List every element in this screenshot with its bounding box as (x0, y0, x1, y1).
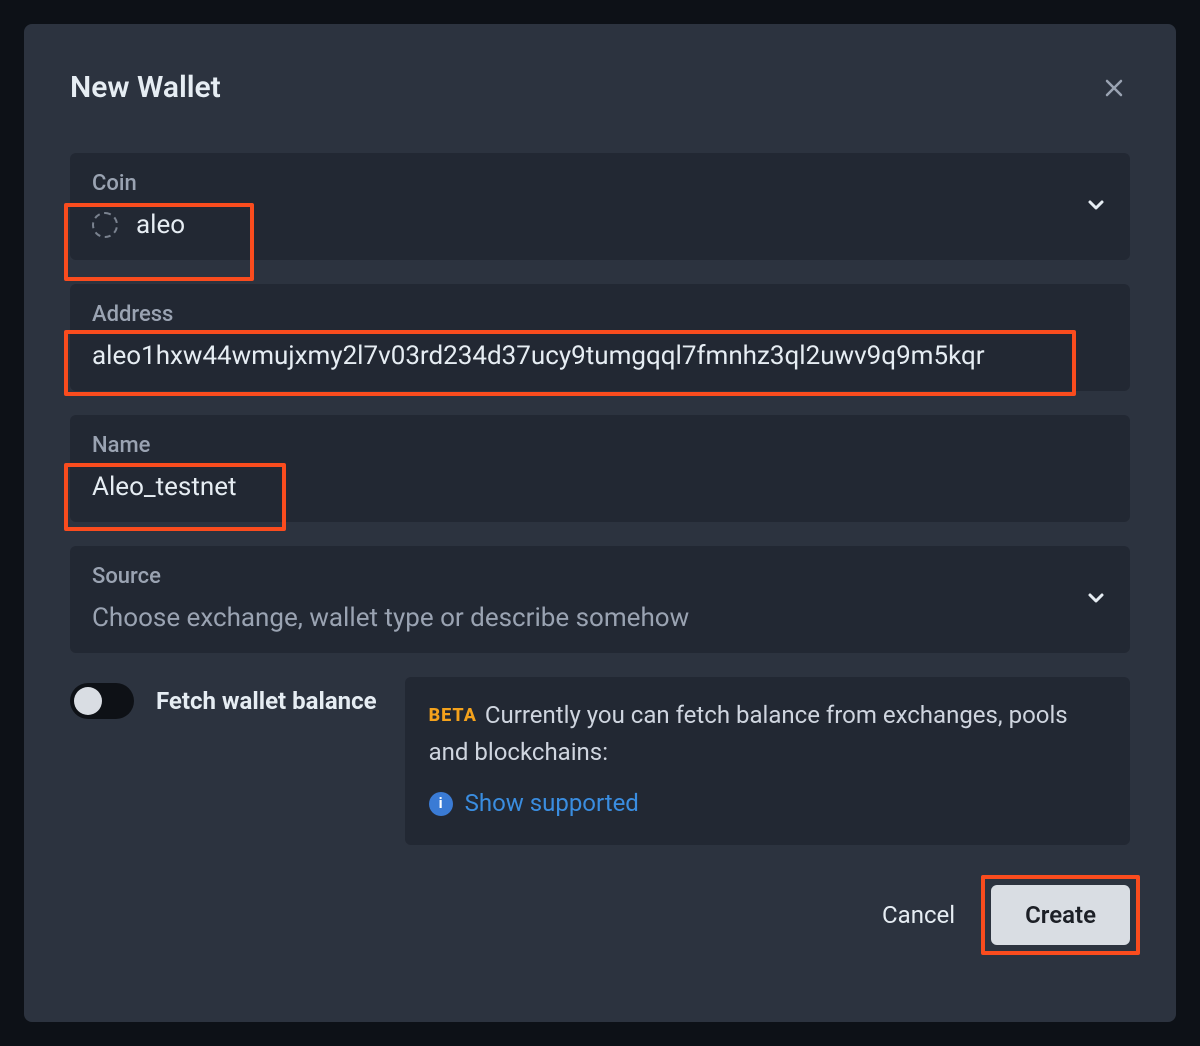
address-label: Address (92, 302, 1108, 327)
address-input[interactable] (92, 341, 1108, 371)
source-field[interactable]: Source Choose exchange, wallet type or d… (70, 546, 1130, 653)
chevron-down-icon (1084, 586, 1108, 614)
new-wallet-modal: New Wallet Coin aleo Address Name Sour (24, 24, 1176, 1022)
beta-info-box: BETACurrently you can fetch balance from… (405, 677, 1130, 845)
name-label: Name (92, 433, 1108, 458)
beta-text: Currently you can fetch balance from exc… (429, 701, 1068, 766)
create-button[interactable]: Create (991, 885, 1130, 945)
address-field[interactable]: Address (70, 284, 1130, 391)
coin-placeholder-icon (92, 212, 118, 238)
coin-value-row: aleo (92, 210, 1108, 240)
fetch-balance-label: Fetch wallet balance (156, 687, 377, 715)
coin-value: aleo (136, 210, 185, 240)
coin-label: Coin (92, 171, 1108, 196)
close-button[interactable] (1098, 72, 1130, 104)
chevron-down-icon (1084, 193, 1108, 221)
beta-badge: BETA (429, 705, 477, 726)
toggle-knob (74, 687, 102, 715)
coin-field[interactable]: Coin aleo (70, 153, 1130, 260)
modal-title: New Wallet (70, 70, 221, 105)
close-icon (1102, 76, 1126, 100)
name-input[interactable] (92, 472, 1108, 502)
cancel-button[interactable]: Cancel (882, 901, 955, 929)
source-placeholder: Choose exchange, wallet type or describe… (92, 603, 689, 633)
name-field[interactable]: Name (70, 415, 1130, 522)
fetch-balance-toggle[interactable] (70, 683, 134, 719)
source-label: Source (92, 564, 1108, 589)
modal-header: New Wallet (70, 70, 1130, 105)
modal-footer: Cancel Create (70, 885, 1130, 945)
info-icon: i (429, 792, 453, 816)
show-supported-link[interactable]: Show supported (465, 785, 639, 822)
fetch-balance-row: Fetch wallet balance BETACurrently you c… (70, 677, 1130, 845)
